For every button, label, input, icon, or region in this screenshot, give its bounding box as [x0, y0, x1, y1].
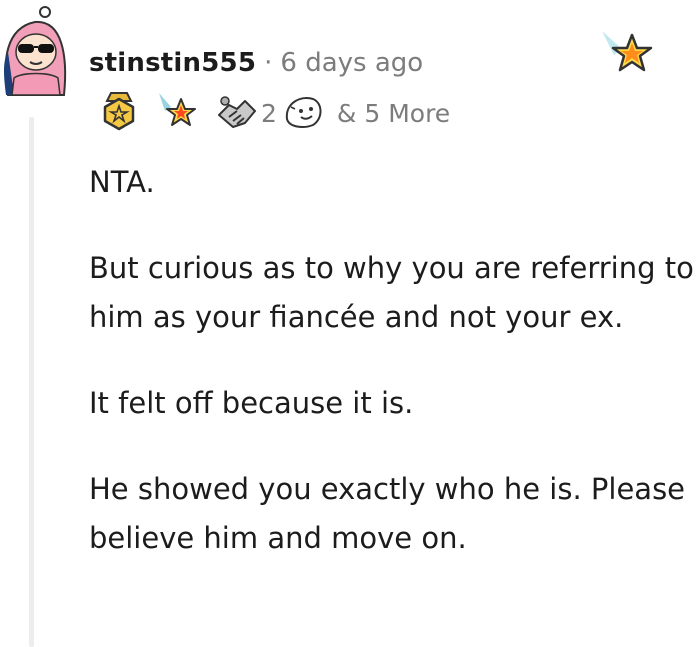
separator-dot: ·: [264, 48, 273, 78]
handshake-icon[interactable]: [215, 89, 259, 137]
awards-row: 2 & 5 More: [97, 91, 450, 135]
comment-paragraph: He showed you exactly who he is. Please …: [89, 472, 686, 555]
comment-paragraph: It felt off because it is.: [89, 386, 414, 420]
comment-paragraph: But curious as to why you are referring …: [89, 251, 694, 334]
thread-line[interactable]: [29, 117, 34, 647]
gold-medal-icon[interactable]: [97, 89, 141, 137]
rocket-star-icon[interactable]: [157, 89, 197, 137]
comment-header: stinstin555 · 6 days ago: [89, 44, 423, 82]
avatar[interactable]: [0, 0, 70, 100]
comment-body: NTA. But curious as to why you are refer…: [89, 158, 694, 600]
more-awards-link[interactable]: & 5 More: [337, 99, 450, 128]
user-avatar-image: [4, 6, 67, 96]
wholesome-face-icon[interactable]: [281, 89, 325, 137]
timestamp[interactable]: 6 days ago: [280, 48, 423, 78]
comment-paragraph: NTA.: [89, 165, 155, 199]
username-link[interactable]: stinstin555: [89, 48, 256, 78]
shooting-star-icon[interactable]: [600, 27, 658, 79]
award-count: 2: [261, 98, 277, 128]
